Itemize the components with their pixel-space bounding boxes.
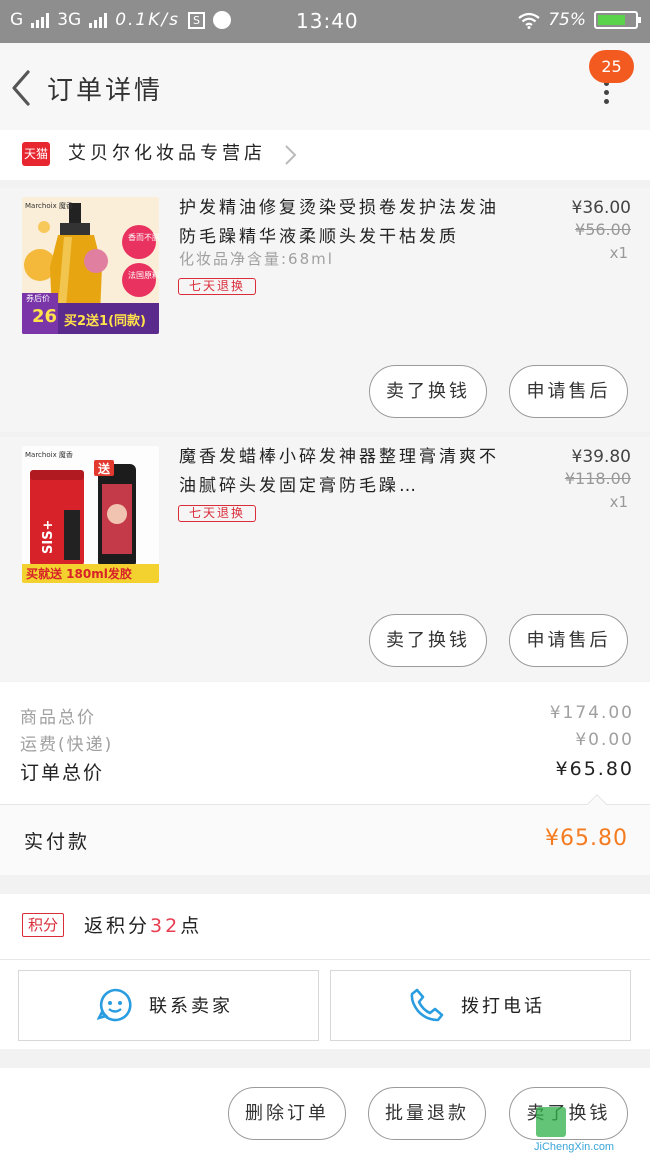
thumb-promo: 买就送 180ml发胶 [26, 566, 132, 581]
shipping-row: 运费(快递) ¥0.00 [20, 730, 634, 755]
apply-aftersale-button[interactable]: 申请售后 [509, 365, 628, 418]
thumb-brand: Marchoix 魔香 [25, 201, 73, 210]
network-g-label: G [10, 10, 24, 30]
phone-icon [410, 988, 444, 1022]
delete-order-button[interactable]: 删除订单 [228, 1087, 346, 1140]
site-watermark: JiChengXin.com [530, 1103, 650, 1155]
points-row: 积分 返积分32点 [0, 894, 650, 959]
points-tag: 积分 [22, 913, 64, 937]
call-phone-button[interactable]: 拨打电话 [330, 970, 631, 1041]
watermark-text: JiChengXin.com [534, 1141, 615, 1153]
seven-day-return-tag: 七天退换 [178, 505, 256, 522]
order-item: 券后价 26 买2送1(同款) Marchoix 魔香 香而不腻 法国原料 护发… [0, 188, 650, 432]
thumb-coupon-price: 26 [32, 306, 57, 327]
shipping-label: 运费(快递) [20, 735, 114, 755]
contact-section: 联系卖家 拨打电话 [0, 959, 650, 1049]
product-original-price: ¥118.00 [564, 469, 631, 488]
product-original-price: ¥56.00 [575, 220, 631, 239]
goods-total-value: ¥174.00 [549, 703, 634, 723]
status-bar: G 3G 0.1K/s S 13:40 75% [0, 0, 650, 43]
goods-total-label: 商品总价 [20, 708, 96, 728]
thumb-coupon-label: 券后价 [26, 293, 50, 303]
battery-percent: 75% [548, 10, 586, 30]
thumb-badge-1: 香而不腻 [128, 232, 159, 242]
thumb-gift-tag: 送 [97, 461, 111, 476]
status-right: 75% [518, 10, 641, 30]
contact-seller-button[interactable]: 联系卖家 [18, 970, 319, 1041]
app-circle-icon [212, 11, 231, 29]
thumb-can-text: SIS+ [41, 520, 56, 554]
order-summary: 商品总价 ¥174.00 运费(快递) ¥0.00 订单总价 ¥65.80 [0, 682, 650, 804]
product-price: ¥39.80 [571, 447, 631, 467]
goods-total-row: 商品总价 ¥174.00 [20, 703, 634, 728]
chat-face-icon [97, 988, 132, 1022]
product-title[interactable]: 魔香发蜡棒小碎发神器整理膏清爽不油腻碎头发固定膏防毛躁… [179, 443, 509, 501]
thumb-promo: 买2送1(同款) [64, 313, 146, 329]
back-arrow-icon[interactable] [8, 68, 38, 108]
sell-exchange-button[interactable]: 卖了换钱 [369, 614, 487, 667]
call-phone-label: 拨打电话 [461, 996, 545, 1017]
order-total-label: 订单总价 [20, 762, 105, 784]
app-header: 订单详情 [0, 43, 650, 130]
network-speed: 0.1K/s [115, 10, 180, 30]
order-item: 送 SIS+ 买就送 180ml发胶 Marchoix 魔香 魔香发蜡棒小碎发神… [0, 437, 650, 681]
seven-day-return-tag: 七天退换 [178, 278, 256, 295]
points-text: 返积分32点 [84, 911, 202, 938]
wifi-icon [518, 12, 540, 29]
shop-name: 艾贝尔化妆品专营店 [68, 143, 266, 164]
thumb-badge-2: 法国原料 [128, 270, 159, 280]
points-prefix: 返积分 [84, 915, 151, 937]
signal-3g-icon [89, 12, 108, 28]
actual-payment-value: ¥65.80 [545, 826, 628, 851]
shop-row[interactable]: 天猫 艾贝尔化妆品专营店 [0, 130, 650, 180]
batch-refund-button[interactable]: 批量退款 [368, 1087, 486, 1140]
page-title: 订单详情 [47, 76, 164, 106]
watermark-logo-icon [536, 1107, 566, 1137]
shipping-value: ¥0.00 [575, 730, 634, 750]
network-3g-label: 3G [57, 10, 82, 30]
product-title[interactable]: 护发精油修复烫染受损卷发护法发油防毛躁精华液柔顺头发干枯发质 [179, 194, 509, 252]
points-amount: 32 [150, 915, 181, 937]
actual-payment-row: 实付款 ¥65.80 [0, 805, 650, 875]
sell-exchange-button[interactable]: 卖了换钱 [369, 365, 487, 418]
apply-aftersale-button[interactable]: 申请售后 [509, 614, 628, 667]
order-total-row: 订单总价 ¥65.80 [20, 758, 634, 785]
chevron-right-icon [285, 145, 297, 165]
thumb-brand: Marchoix 魔香 [25, 450, 73, 459]
product-quantity: x1 [609, 493, 628, 511]
order-total-value: ¥65.80 [555, 758, 634, 780]
signal-icon [31, 12, 50, 28]
product-quantity: x1 [609, 244, 628, 262]
product-thumbnail[interactable]: 券后价 26 买2送1(同款) Marchoix 魔香 香而不腻 法国原料 [22, 197, 159, 334]
s-app-icon: S [187, 11, 205, 29]
battery-icon [594, 11, 641, 29]
status-left: G 3G 0.1K/s S [10, 10, 231, 30]
status-time: 13:40 [296, 9, 359, 33]
product-price: ¥36.00 [571, 198, 631, 218]
actual-payment-label: 实付款 [24, 831, 91, 853]
points-suffix: 点 [180, 915, 203, 937]
product-thumbnail[interactable]: 送 SIS+ 买就送 180ml发胶 Marchoix 魔香 [22, 446, 159, 583]
tmall-badge: 天猫 [22, 142, 50, 166]
more-menu-icon[interactable] [595, 81, 619, 105]
product-spec: 化妆品净含量:68ml [179, 250, 334, 268]
notification-badge: 25 [589, 50, 634, 83]
contact-seller-label: 联系卖家 [149, 996, 233, 1017]
